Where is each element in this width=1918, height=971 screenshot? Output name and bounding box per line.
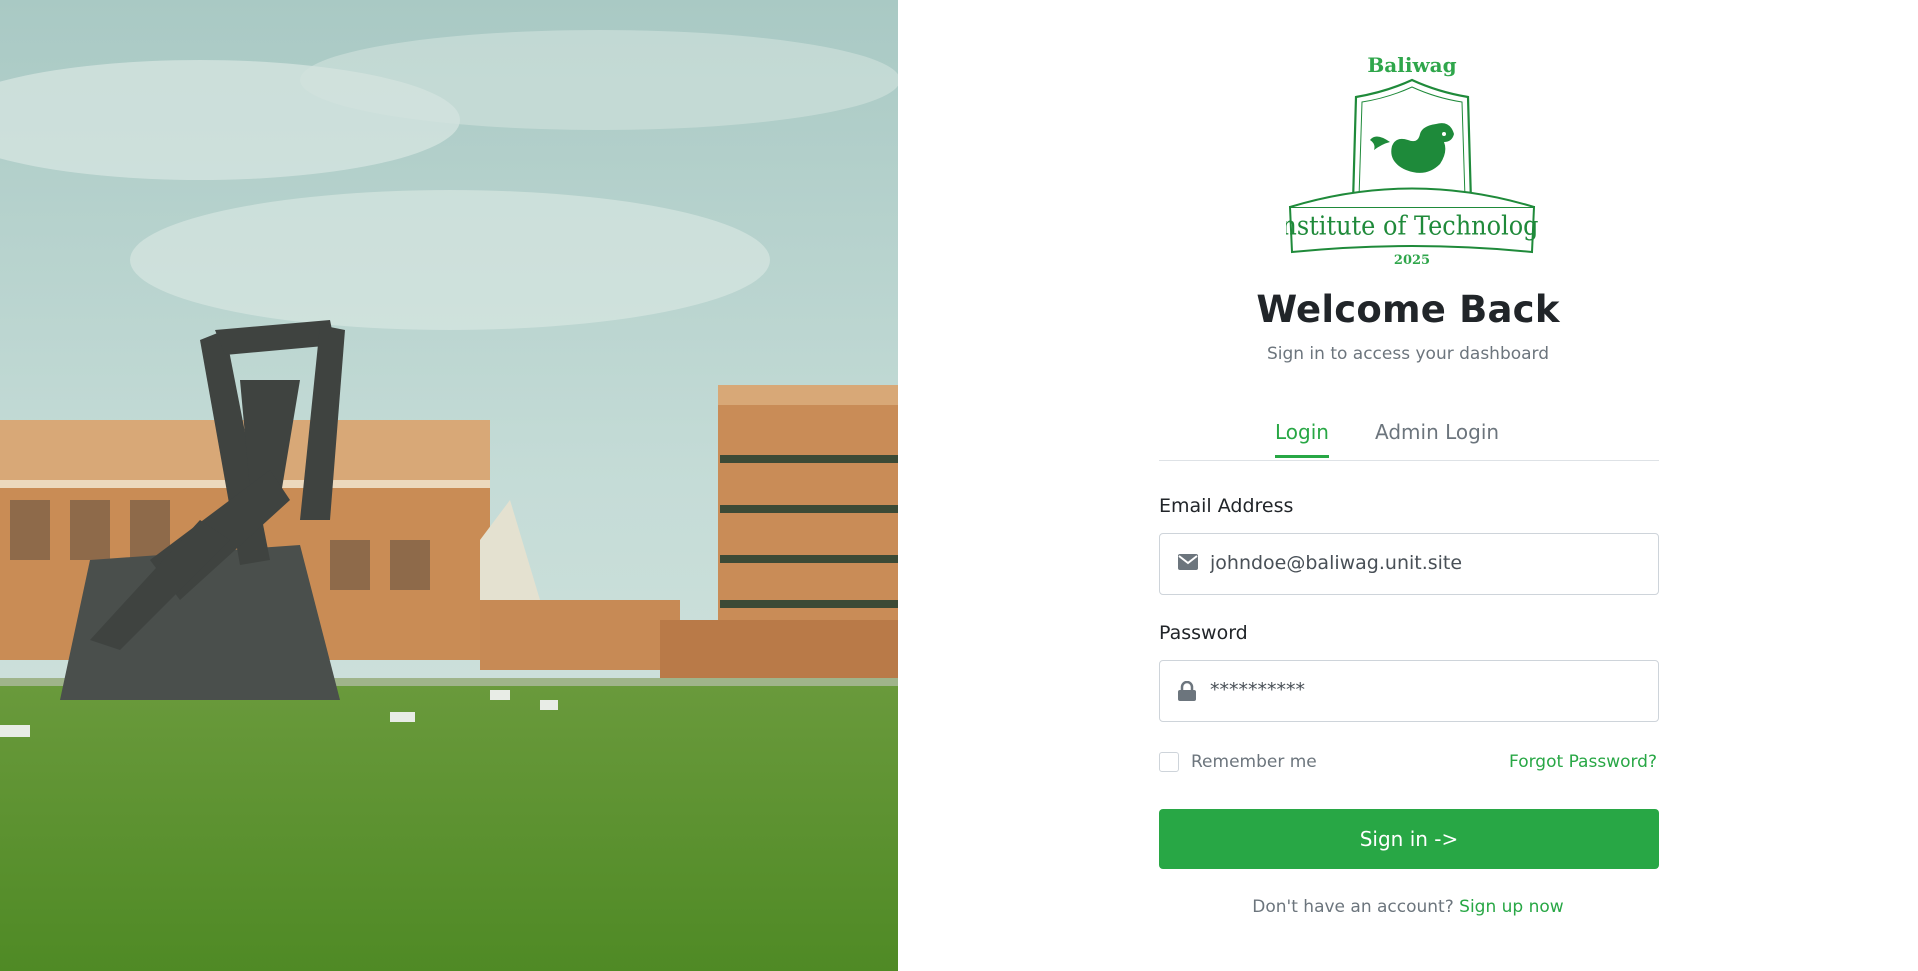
signup-prompt: Don't have an account? Sign up now (898, 897, 1918, 917)
hero-image (0, 0, 898, 971)
login-panel: Baliwag Institute of Technology 2025 Wel… (898, 0, 1918, 971)
remember-me: Remember me (1159, 752, 1317, 772)
forgot-password-link[interactable]: Forgot Password? (1509, 752, 1657, 772)
page-subtitle: Sign in to access your dashboard (1266, 344, 1550, 364)
page-title: Welcome Back (1256, 288, 1560, 331)
logo-year: 2025 (1394, 253, 1430, 267)
tab-login[interactable]: Login (1275, 420, 1329, 458)
signup-prompt-text: Don't have an account? (1252, 897, 1454, 917)
email-label: Email Address (1159, 495, 1294, 517)
tab-admin-login[interactable]: Admin Login (1375, 420, 1499, 455)
password-label: Password (1159, 622, 1248, 644)
logo-top-text: Baliwag (1367, 53, 1456, 77)
envelope-icon (1178, 554, 1198, 574)
password-field-wrapper[interactable] (1159, 660, 1659, 722)
remember-me-checkbox[interactable] (1159, 752, 1179, 772)
email-field[interactable] (1210, 534, 1640, 592)
password-field[interactable] (1210, 661, 1640, 719)
remember-me-label[interactable]: Remember me (1191, 752, 1317, 772)
lock-icon (1178, 680, 1196, 705)
login-tabs: Login Admin Login (1159, 412, 1659, 461)
sign-in-button[interactable]: Sign in -> (1159, 809, 1659, 869)
logo-banner-text: Institute of Technology (1286, 211, 1538, 241)
school-logo: Baliwag Institute of Technology 2025 (1272, 52, 1553, 268)
email-field-wrapper[interactable] (1159, 533, 1659, 595)
sign-up-link[interactable]: Sign up now (1459, 897, 1564, 917)
